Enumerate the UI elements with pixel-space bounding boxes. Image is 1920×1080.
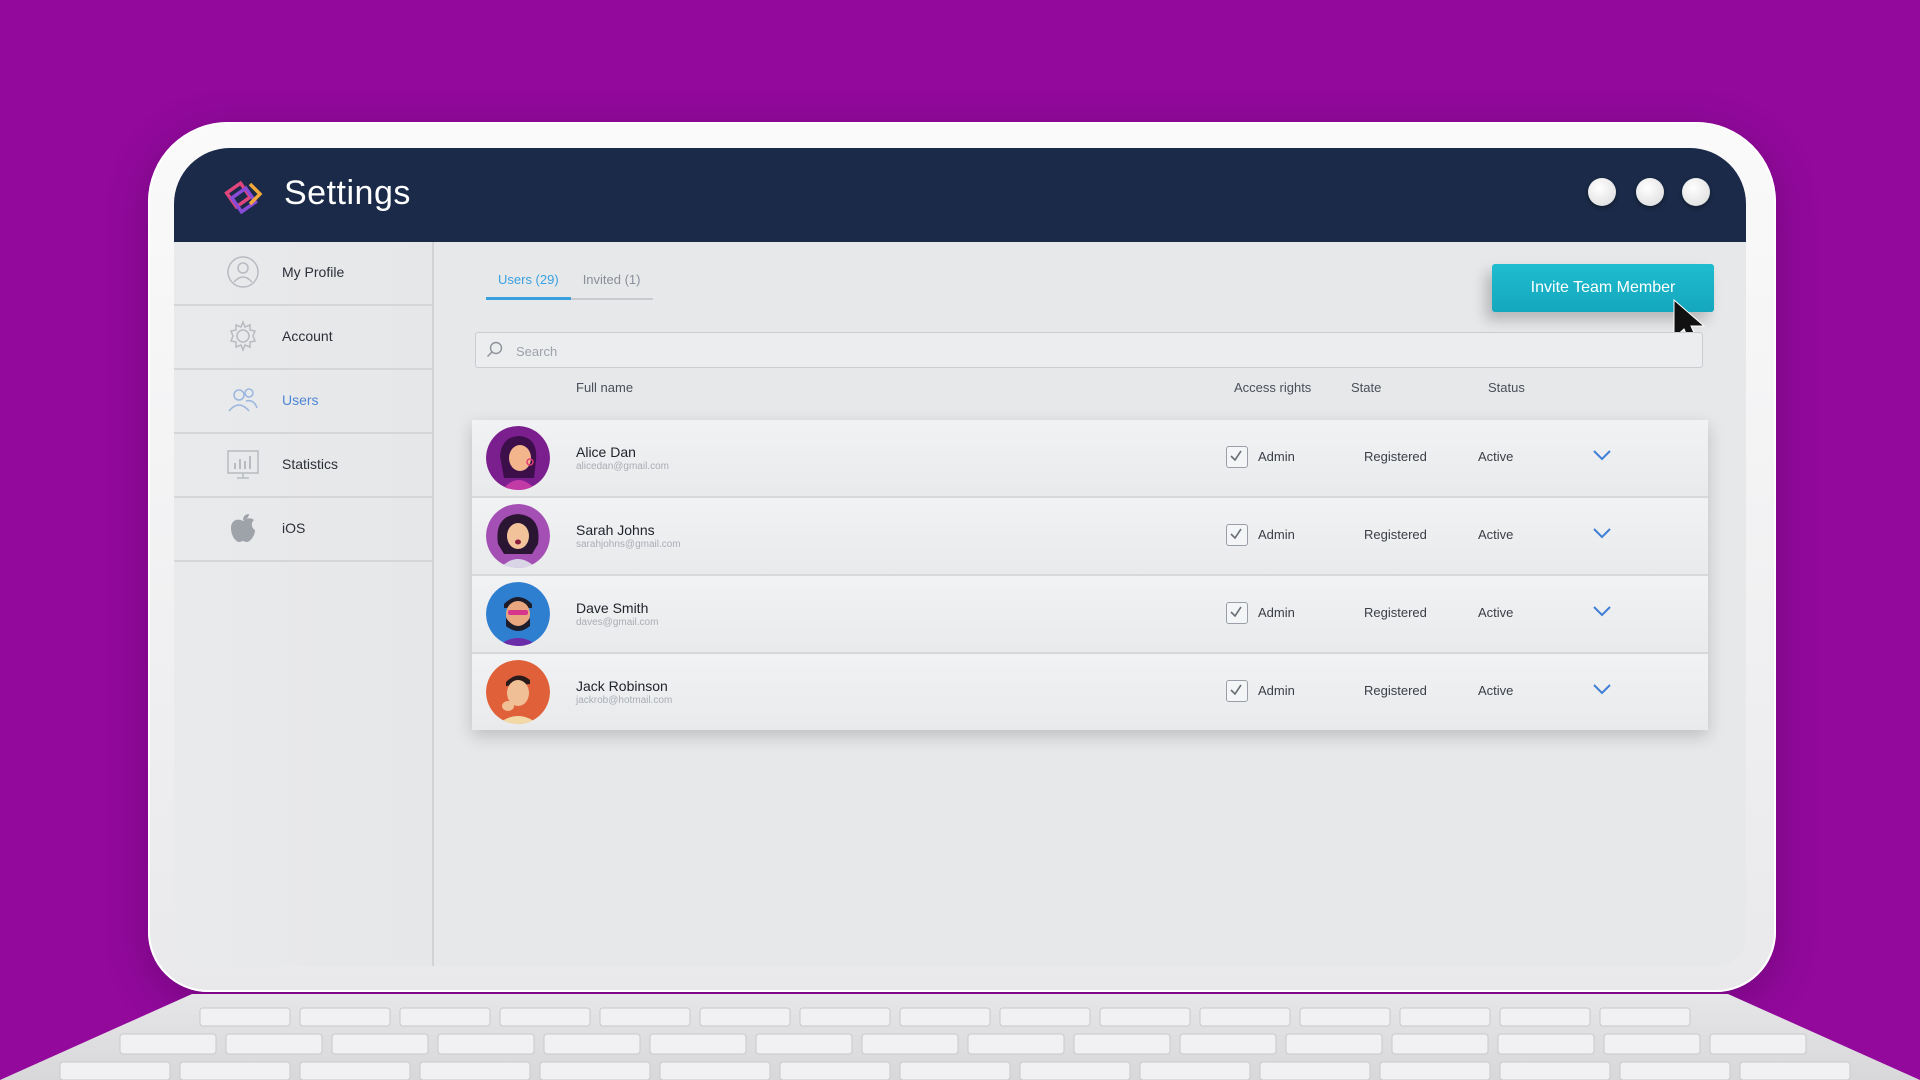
bar-chart-icon: [227, 450, 259, 479]
access-right: Admin: [1258, 605, 1295, 620]
user-name: Sarah Johns: [576, 522, 655, 538]
sidebar-item-account[interactable]: Account: [174, 306, 432, 370]
chevron-down-icon[interactable]: [1592, 604, 1612, 618]
column-header-state: State: [1351, 380, 1382, 395]
search-icon: [487, 341, 503, 357]
user-state: Registered: [1364, 527, 1427, 542]
user-state: Registered: [1364, 449, 1427, 464]
user-email: sarahjohns@gmail.com: [576, 539, 681, 550]
sidebar-item-label: Account: [282, 328, 333, 344]
table-row[interactable]: Jack Robinson jackrob@hotmail.com Admin …: [472, 654, 1708, 730]
user-status: Active: [1478, 527, 1514, 542]
chevron-down-icon[interactable]: [1592, 682, 1612, 696]
laptop-keyboard: [0, 994, 1920, 1080]
sidebar-item-label: iOS: [282, 520, 306, 536]
keyboard-keys: [59, 1007, 1851, 1080]
tab-bar: Users (29) Invited (1): [486, 266, 653, 300]
user-status: Active: [1478, 605, 1514, 620]
table-row[interactable]: Sarah Johns sarahjohns@gmail.com Admin R…: [472, 498, 1708, 576]
access-checkbox[interactable]: [1226, 524, 1248, 546]
sidebar-item-ios[interactable]: iOS: [174, 498, 432, 562]
page-title: Settings: [284, 174, 411, 212]
sidebar-item-label: My Profile: [282, 264, 345, 280]
gear-icon: [229, 319, 257, 353]
avatar: [486, 660, 550, 724]
access-right: Admin: [1258, 449, 1295, 464]
user-state: Registered: [1364, 683, 1427, 698]
table-row[interactable]: Alice Dan alicedan@gmail.com Admin Regis…: [472, 420, 1708, 498]
access-right: Admin: [1258, 527, 1295, 542]
tab-users[interactable]: Users (29): [486, 266, 571, 300]
access-checkbox[interactable]: [1226, 680, 1248, 702]
avatar: [486, 426, 550, 490]
sidebar-item-users[interactable]: Users: [174, 370, 432, 434]
users-table: Alice Dan alicedan@gmail.com Admin Regis…: [472, 420, 1708, 730]
user-status: Active: [1478, 449, 1514, 464]
chevron-down-icon[interactable]: [1592, 448, 1612, 462]
check-icon: [1230, 528, 1242, 540]
sidebar-item-my-profile[interactable]: My Profile: [174, 242, 432, 306]
avatar: [486, 504, 550, 568]
user-state: Registered: [1364, 605, 1427, 620]
users-icon: [228, 388, 258, 412]
chevron-down-icon[interactable]: [1592, 526, 1612, 540]
search-bar: [475, 332, 1703, 368]
column-header-status: Status: [1488, 380, 1525, 395]
app-window: Settings My Profile Account Users Statis…: [174, 148, 1746, 966]
check-icon: [1230, 450, 1242, 462]
avatar: [486, 582, 550, 646]
user-email: daves@gmail.com: [576, 617, 659, 628]
user-name: Jack Robinson: [576, 678, 668, 694]
access-checkbox[interactable]: [1226, 446, 1248, 468]
check-icon: [1230, 606, 1242, 618]
column-header-access-rights: Access rights: [1234, 380, 1312, 395]
access-right: Admin: [1258, 683, 1295, 698]
table-row[interactable]: Dave Smith daves@gmail.com Admin Registe…: [472, 576, 1708, 654]
sidebar-item-label: Statistics: [282, 456, 339, 472]
user-email: jackrob@hotmail.com: [576, 695, 673, 706]
tab-invited[interactable]: Invited (1): [570, 266, 653, 300]
window-minimize-button[interactable]: [1588, 178, 1616, 206]
window-close-button[interactable]: [1682, 178, 1710, 206]
user-email: alicedan@gmail.com: [576, 461, 669, 472]
apple-icon: [231, 514, 255, 542]
user-name: Dave Smith: [576, 600, 649, 616]
title-bar: Settings: [174, 148, 1746, 242]
window-maximize-button[interactable]: [1636, 178, 1664, 206]
user-name: Alice Dan: [576, 444, 636, 460]
app-logo-icon: [224, 180, 263, 215]
access-checkbox[interactable]: [1226, 602, 1248, 624]
main-content: Users (29) Invited (1) Invite Team Membe…: [434, 242, 1746, 966]
sidebar-item-label: Users: [282, 392, 319, 408]
search-input[interactable]: [514, 339, 1688, 363]
check-icon: [1230, 684, 1242, 696]
user-status: Active: [1478, 683, 1514, 698]
column-header-full-name: Full name: [576, 380, 634, 395]
user-icon: [227, 256, 259, 288]
sidebar: My Profile Account Users Statistics iOS: [174, 242, 434, 966]
sidebar-item-statistics[interactable]: Statistics: [174, 434, 432, 498]
